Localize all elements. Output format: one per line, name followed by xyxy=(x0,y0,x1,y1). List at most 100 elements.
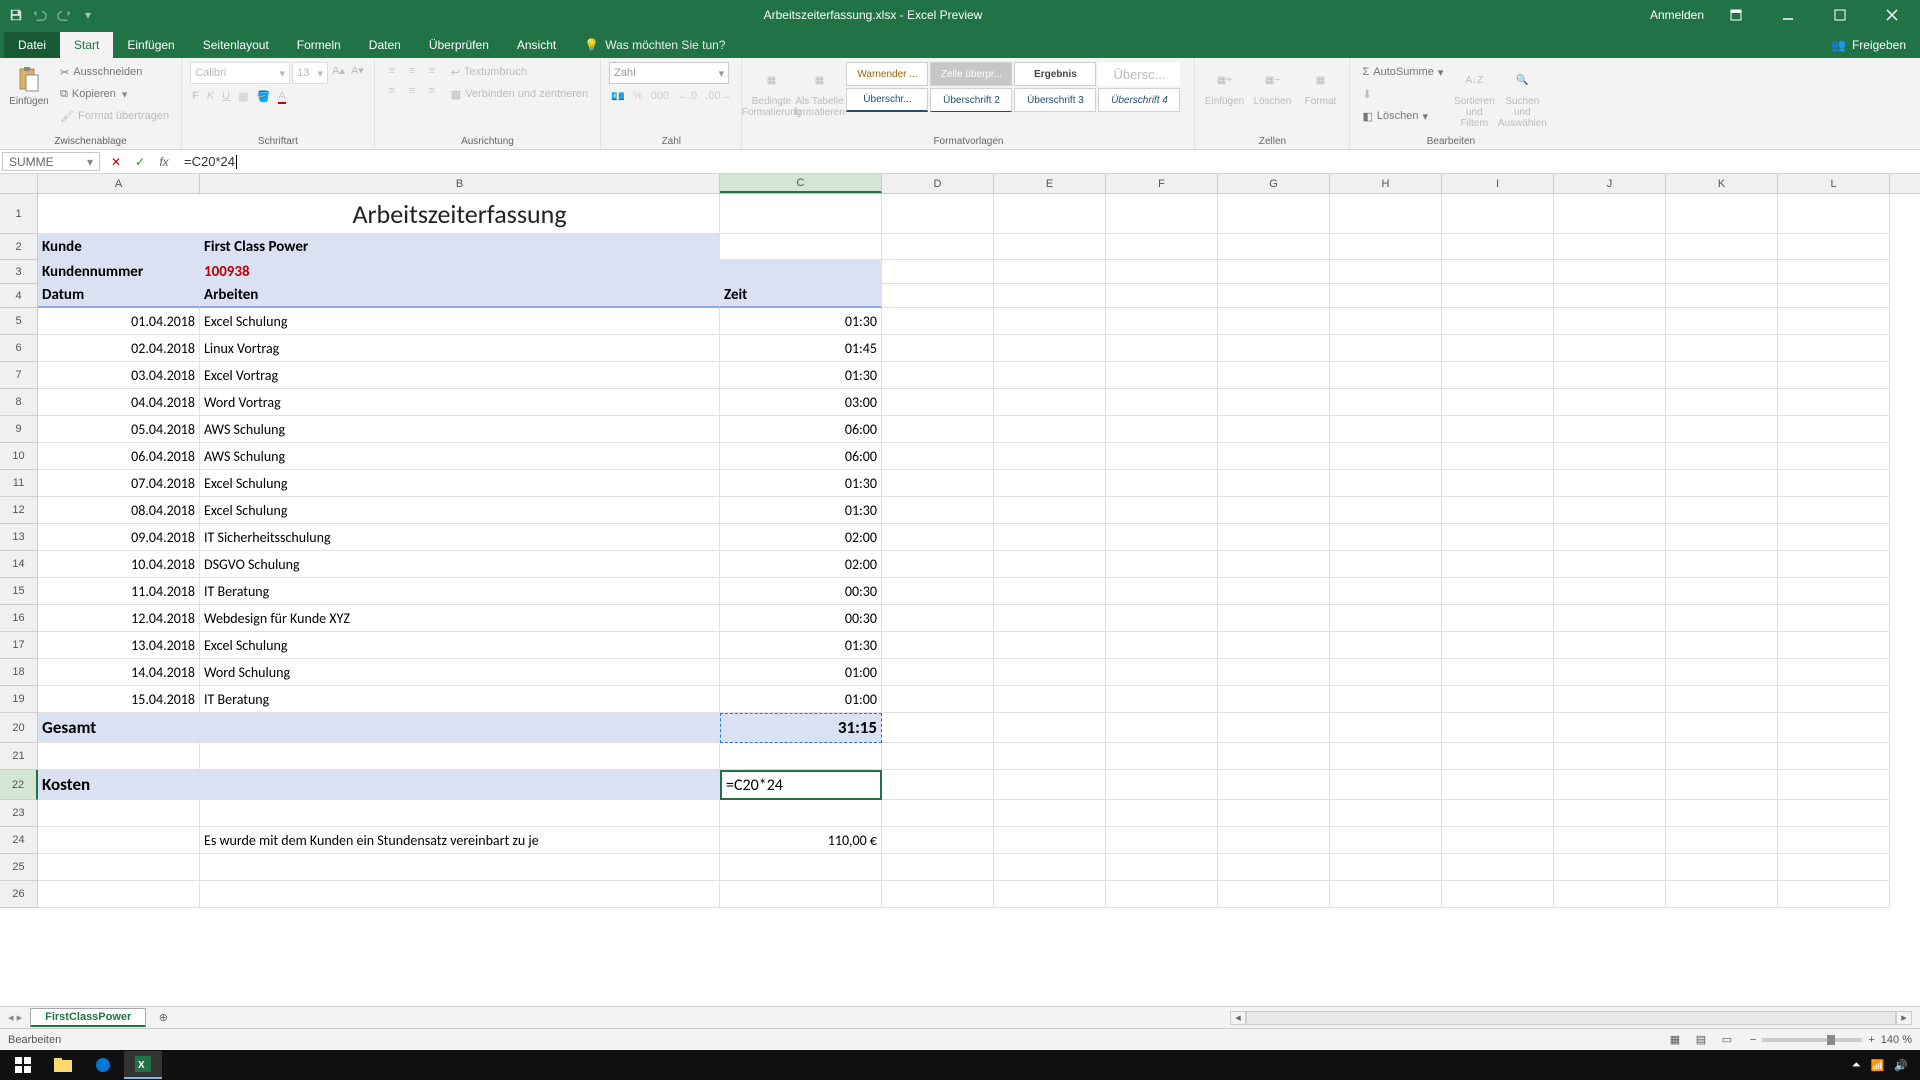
cell[interactable] xyxy=(1442,284,1554,308)
format-painter-button[interactable]: 🖌Format übertragen xyxy=(56,106,173,126)
insert-cells-button[interactable]: ▦+Einfügen xyxy=(1203,62,1245,111)
cell[interactable] xyxy=(882,308,994,335)
cell[interactable]: Arbeiten xyxy=(200,284,720,308)
cell[interactable]: IT Sicherheitsschulung xyxy=(200,524,720,551)
fx-button[interactable]: fx xyxy=(152,151,176,173)
cell[interactable]: Webdesign für Kunde XYZ xyxy=(200,605,720,632)
cell[interactable] xyxy=(1666,284,1778,308)
cell[interactable] xyxy=(1554,443,1666,470)
cell[interactable] xyxy=(38,800,200,827)
cell[interactable]: 12.04.2018 xyxy=(38,605,200,632)
cell[interactable] xyxy=(200,800,720,827)
cell[interactable] xyxy=(1666,389,1778,416)
view-pagebreak-icon[interactable]: ▭ xyxy=(1716,1032,1738,1048)
cell[interactable] xyxy=(1666,234,1778,260)
cell[interactable] xyxy=(1554,659,1666,686)
cell[interactable] xyxy=(1666,743,1778,770)
style-result[interactable]: Ergebnis xyxy=(1014,62,1096,86)
row-header[interactable]: 15 xyxy=(0,578,38,605)
cell[interactable] xyxy=(1442,234,1554,260)
cell[interactable] xyxy=(1218,389,1330,416)
cell[interactable] xyxy=(1778,551,1890,578)
cell[interactable]: 06.04.2018 xyxy=(38,443,200,470)
cell[interactable] xyxy=(882,632,994,659)
cell[interactable] xyxy=(882,686,994,713)
cell[interactable] xyxy=(720,260,882,284)
cell[interactable] xyxy=(1330,470,1442,497)
cell[interactable]: 07.04.2018 xyxy=(38,470,200,497)
cell[interactable] xyxy=(1442,497,1554,524)
cell[interactable] xyxy=(1442,524,1554,551)
cell[interactable]: Word Vortrag xyxy=(200,389,720,416)
cell[interactable] xyxy=(1330,881,1442,908)
cell[interactable]: 01:30 xyxy=(720,632,882,659)
cell[interactable] xyxy=(1778,659,1890,686)
cell[interactable] xyxy=(1554,524,1666,551)
cell[interactable] xyxy=(1666,524,1778,551)
row-header[interactable]: 1 xyxy=(0,194,38,234)
cell[interactable]: 09.04.2018 xyxy=(38,524,200,551)
cell[interactable] xyxy=(882,881,994,908)
enter-button[interactable]: ✓ xyxy=(128,151,152,173)
cell[interactable] xyxy=(1666,800,1778,827)
percent-button[interactable]: % xyxy=(633,90,643,103)
row-header[interactable]: 6 xyxy=(0,335,38,362)
row-header[interactable]: 10 xyxy=(0,443,38,470)
increase-font-icon[interactable]: A▴ xyxy=(330,62,347,84)
cell[interactable]: 02:00 xyxy=(720,551,882,578)
cell[interactable] xyxy=(1330,578,1442,605)
cell[interactable]: 13.04.2018 xyxy=(38,632,200,659)
select-all-corner[interactable] xyxy=(0,174,38,193)
cell[interactable] xyxy=(1218,362,1330,389)
cell[interactable] xyxy=(1330,659,1442,686)
qat-dropdown-icon[interactable]: ▾ xyxy=(80,7,96,23)
cell[interactable] xyxy=(1554,389,1666,416)
cell[interactable] xyxy=(1106,578,1218,605)
cell[interactable] xyxy=(1666,308,1778,335)
cell[interactable] xyxy=(1778,284,1890,308)
spreadsheet-grid[interactable]: A B C D E F G H I J K L 1Arbeitszeiterfa… xyxy=(0,174,1920,1006)
row-header[interactable]: 23 xyxy=(0,800,38,827)
cell[interactable] xyxy=(1106,743,1218,770)
paste-button[interactable]: Einfügen xyxy=(8,62,50,111)
cell[interactable] xyxy=(1442,770,1554,800)
cell[interactable]: 01:30 xyxy=(720,308,882,335)
cell[interactable] xyxy=(882,551,994,578)
cell[interactable] xyxy=(720,881,882,908)
cell[interactable] xyxy=(1330,194,1442,234)
cell[interactable] xyxy=(994,854,1106,881)
cell[interactable] xyxy=(1778,389,1890,416)
cell[interactable] xyxy=(1554,605,1666,632)
row-header[interactable]: 19 xyxy=(0,686,38,713)
row-header[interactable]: 20 xyxy=(0,713,38,743)
cell[interactable]: 06:00 xyxy=(720,416,882,443)
cell[interactable] xyxy=(1218,497,1330,524)
cell[interactable]: 04.04.2018 xyxy=(38,389,200,416)
cell[interactable] xyxy=(1330,800,1442,827)
tab-file[interactable]: Datei xyxy=(4,32,60,58)
cell[interactable] xyxy=(994,551,1106,578)
cell[interactable] xyxy=(1554,713,1666,743)
cell[interactable] xyxy=(1442,443,1554,470)
tab-pagelayout[interactable]: Seitenlayout xyxy=(189,32,283,58)
cell[interactable] xyxy=(1442,578,1554,605)
cell[interactable] xyxy=(1218,632,1330,659)
cell[interactable] xyxy=(1554,743,1666,770)
zoom-in-icon[interactable]: + xyxy=(1868,1034,1874,1046)
sort-filter-button[interactable]: A↓ZSortieren und Filtern xyxy=(1453,62,1495,133)
zoom-control[interactable]: − + 140 % xyxy=(1750,1034,1912,1046)
cell[interactable]: 14.04.2018 xyxy=(38,659,200,686)
cell[interactable]: 00:30 xyxy=(720,605,882,632)
cell[interactable] xyxy=(1106,827,1218,854)
cell[interactable]: Arbeitszeiterfassung xyxy=(200,194,720,234)
cell[interactable] xyxy=(882,770,994,800)
cell[interactable] xyxy=(1330,770,1442,800)
row-header[interactable]: 2 xyxy=(0,234,38,260)
signin-link[interactable]: Anmelden xyxy=(1650,8,1704,22)
cell[interactable] xyxy=(1666,686,1778,713)
cell[interactable] xyxy=(1106,854,1218,881)
inc-decimal-button[interactable]: ←.0 xyxy=(677,90,697,103)
col-A[interactable]: A xyxy=(38,174,200,193)
save-icon[interactable] xyxy=(8,7,24,23)
cell[interactable] xyxy=(1330,416,1442,443)
